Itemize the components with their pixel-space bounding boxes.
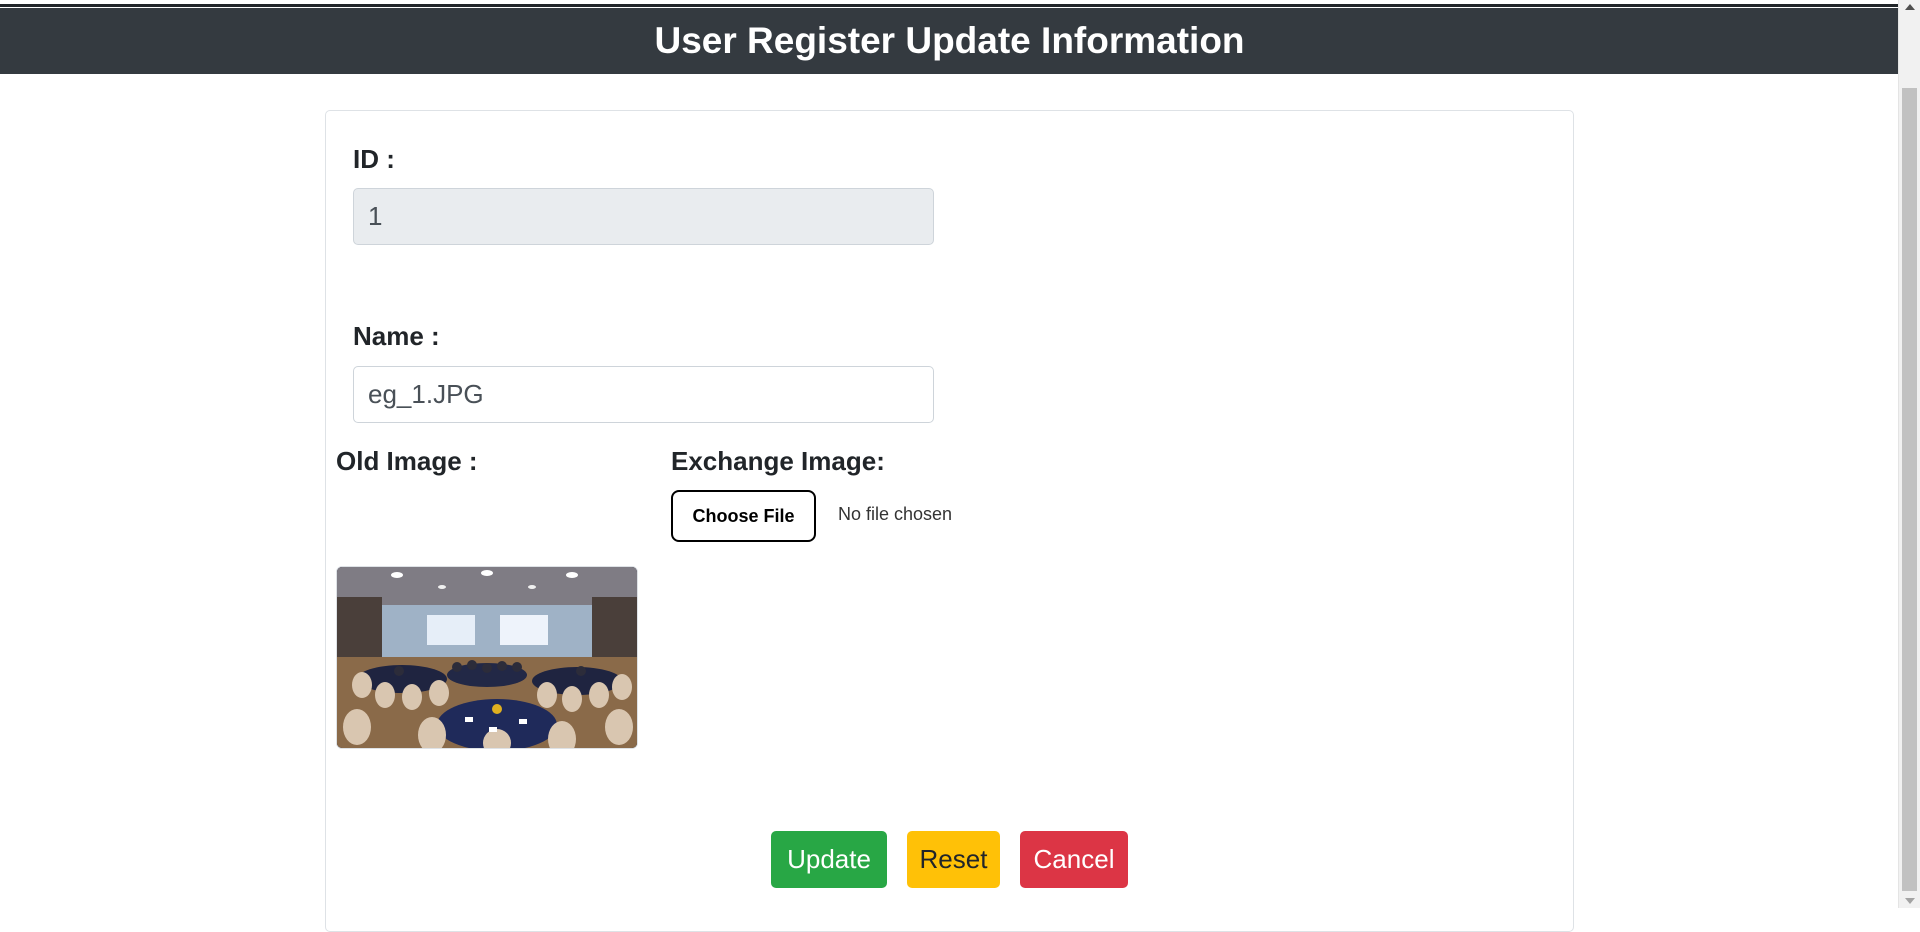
scroll-down-icon[interactable] bbox=[1905, 898, 1915, 904]
scrollbar-thumb[interactable] bbox=[1902, 88, 1917, 891]
page-title: User Register Update Information bbox=[654, 20, 1245, 61]
id-field[interactable] bbox=[353, 188, 934, 245]
name-label: Name : bbox=[353, 321, 440, 351]
id-label: ID : bbox=[353, 144, 395, 174]
name-field[interactable] bbox=[353, 366, 934, 423]
old-image bbox=[336, 566, 638, 749]
top-divider bbox=[0, 4, 1900, 7]
vertical-scrollbar[interactable] bbox=[1898, 0, 1920, 908]
exchange-image-label: Exchange Image: bbox=[671, 446, 885, 476]
scroll-up-icon[interactable] bbox=[1905, 4, 1915, 10]
page-header: User Register Update Information bbox=[0, 8, 1899, 74]
update-button[interactable]: Update bbox=[771, 831, 887, 888]
cancel-button[interactable]: Cancel bbox=[1020, 831, 1128, 888]
choose-file-button[interactable]: Choose File bbox=[671, 490, 816, 542]
file-status: No file chosen bbox=[838, 504, 953, 524]
conference-room-photo bbox=[337, 567, 637, 748]
choose-file-label: Choose File bbox=[692, 505, 795, 526]
reset-button[interactable]: Reset bbox=[907, 831, 1000, 888]
old-image-label: Old Image : bbox=[336, 446, 478, 476]
